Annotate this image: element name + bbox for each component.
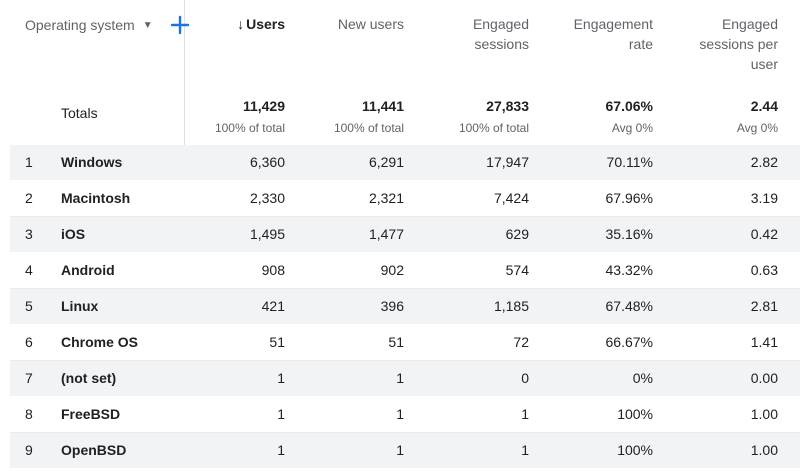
cell-engagement-rate: 100%: [617, 442, 653, 458]
row-index: 4: [25, 262, 33, 278]
dimension-selector[interactable]: Operating system ▼: [25, 14, 191, 36]
row-os-name: Windows: [61, 154, 123, 170]
cell-engaged-sessions: 7,424: [493, 190, 529, 206]
row-os-name: FreeBSD: [61, 406, 121, 422]
cell-users: 6,360: [249, 154, 285, 170]
cell-new-users: 1: [396, 406, 404, 422]
row-index: 7: [25, 370, 33, 386]
table-header: Operating system ▼ ↓ Users New users Enga…: [0, 0, 800, 90]
total-engaged-sessions: 27,833 100% of total: [458, 98, 529, 135]
cell-engaged-sessions: 1,185: [493, 298, 529, 314]
cell-new-users: 51: [388, 334, 404, 350]
cell-engaged-per-user: 1.41: [750, 334, 778, 350]
column-header-users[interactable]: ↓ Users: [237, 14, 285, 34]
cell-engaged-per-user: 1.00: [750, 406, 778, 422]
row-index: 9: [25, 442, 33, 458]
cell-users: 1: [277, 406, 285, 422]
dimension-label: Operating system: [25, 17, 135, 33]
table-row[interactable]: 5 Linux 421 396 1,185 67.48% 2.81: [10, 289, 800, 325]
cell-engagement-rate: 67.48%: [605, 298, 653, 314]
row-os-name: (not set): [61, 370, 117, 386]
cell-users: 421: [261, 298, 285, 314]
cell-engaged-per-user: 0.63: [750, 262, 778, 278]
row-index: 3: [25, 226, 33, 242]
table-row[interactable]: 4 Android 908 902 574 43.32% 0.63: [10, 253, 800, 289]
row-os-name: Linux: [61, 298, 99, 314]
cell-engaged-sessions: 1: [521, 406, 529, 422]
table-row[interactable]: 7 (not set) 1 1 0 0% 0.00: [10, 361, 800, 397]
cell-engaged-per-user: 0.42: [750, 226, 778, 242]
cell-engaged-per-user: 1.00: [750, 442, 778, 458]
cell-new-users: 902: [380, 262, 404, 278]
cell-engagement-rate: 100%: [617, 406, 653, 422]
table-row[interactable]: 8 FreeBSD 1 1 1 100% 1.00: [10, 397, 800, 433]
cell-engaged-per-user: 2.82: [750, 154, 778, 170]
row-index: 6: [25, 334, 33, 350]
cell-engaged-sessions: 17,947: [486, 154, 529, 170]
cell-engagement-rate: 66.67%: [605, 334, 653, 350]
total-engaged-per-user: 2.44 Avg 0%: [736, 98, 778, 135]
table-body: 1 Windows 6,360 6,291 17,947 70.11% 2.82 2 Macin…: [10, 145, 800, 469]
report-table: Operating system ▼ ↓ Users New users Enga…: [0, 0, 800, 472]
cell-engaged-per-user: 3.19: [750, 190, 778, 206]
table-row[interactable]: 2 Macintosh 2,330 2,321 7,424 67.96% 3.19: [10, 181, 800, 217]
total-engagement-rate: 67.06% Avg 0%: [605, 98, 653, 135]
cell-new-users: 1: [396, 370, 404, 386]
cell-users: 1: [277, 442, 285, 458]
arrow-down-icon: ↓: [237, 16, 245, 32]
cell-engaged-sessions: 0: [521, 370, 529, 386]
cell-engagement-rate: 67.96%: [605, 190, 653, 206]
row-os-name: Macintosh: [61, 190, 131, 206]
plus-icon[interactable]: [169, 14, 191, 36]
row-index: 1: [25, 154, 33, 170]
column-header-engaged-sessions-per-user[interactable]: Engaged sessions per user: [688, 14, 778, 74]
totals-row: Totals 11,429 100% of total 11,441 100% …: [0, 90, 800, 145]
row-os-name: iOS: [61, 226, 86, 242]
cell-engaged-sessions: 629: [505, 226, 529, 242]
caret-down-icon[interactable]: ▼: [143, 20, 153, 31]
cell-engaged-per-user: 0.00: [750, 370, 778, 386]
cell-users: 2,330: [249, 190, 285, 206]
cell-users: 51: [269, 334, 285, 350]
cell-new-users: 1,477: [368, 226, 404, 242]
totals-label: Totals: [61, 105, 98, 121]
cell-users: 1,495: [249, 226, 285, 242]
cell-new-users: 396: [380, 298, 404, 314]
cell-new-users: 2,321: [368, 190, 404, 206]
table-row[interactable]: 3 iOS 1,495 1,477 629 35.16% 0.42: [10, 217, 800, 253]
table-row[interactable]: 9 OpenBSD 1 1 1 100% 1.00: [10, 433, 800, 469]
row-os-name: Android: [61, 262, 115, 278]
cell-new-users: 6,291: [368, 154, 404, 170]
cell-engaged-sessions: 1: [521, 442, 529, 458]
cell-new-users: 1: [396, 442, 404, 458]
row-index: 2: [25, 190, 33, 206]
cell-users: 1: [277, 370, 285, 386]
row-index: 5: [25, 298, 33, 314]
column-header-engaged-sessions[interactable]: Engaged sessions: [439, 14, 529, 54]
cell-engaged-sessions: 574: [505, 262, 529, 278]
total-new-users: 11,441 100% of total: [333, 98, 404, 135]
cell-engagement-rate: 0%: [632, 370, 653, 386]
cell-engagement-rate: 43.32%: [605, 262, 653, 278]
cell-engagement-rate: 70.11%: [606, 154, 653, 170]
cell-engagement-rate: 35.16%: [605, 226, 653, 242]
cell-engaged-sessions: 72: [513, 334, 529, 350]
column-header-new-users[interactable]: New users: [338, 14, 404, 34]
cell-engaged-per-user: 2.81: [750, 298, 778, 314]
cell-users: 908: [261, 262, 285, 278]
table-row[interactable]: 6 Chrome OS 51 51 72 66.67% 1.41: [10, 325, 800, 361]
row-os-name: Chrome OS: [61, 334, 139, 350]
column-header-engagement-rate[interactable]: Engagement rate: [558, 14, 653, 54]
row-index: 8: [25, 406, 33, 422]
table-row[interactable]: 1 Windows 6,360 6,291 17,947 70.11% 2.82: [10, 145, 800, 181]
row-os-name: OpenBSD: [61, 442, 127, 458]
total-users: 11,429 100% of total: [214, 98, 285, 135]
